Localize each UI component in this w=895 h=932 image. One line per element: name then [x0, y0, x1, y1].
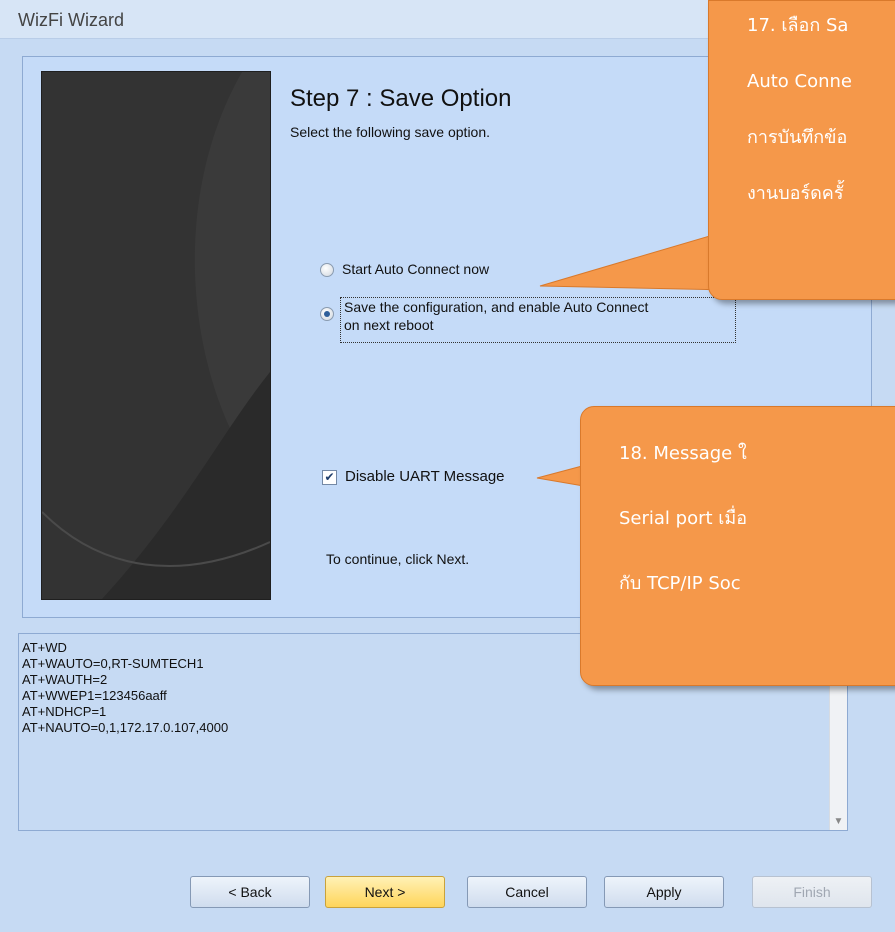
continue-hint: To continue, click Next. — [326, 551, 470, 567]
callout-17-line: การบันทึกข้อ — [747, 127, 848, 148]
log-line: AT+WAUTH=2 — [22, 672, 108, 687]
scroll-down-arrow-icon[interactable]: ▼ — [830, 813, 847, 830]
callout-18: 18. Message ใ Serial port เมื่อ กับ TCP/… — [580, 406, 895, 686]
apply-button[interactable]: Apply — [604, 876, 724, 908]
log-line: AT+WD — [22, 640, 67, 655]
callout-17-line: 17. เลือก Sa — [747, 15, 849, 36]
disable-uart-checkbox[interactable]: ✔ — [322, 470, 337, 485]
callout-17-line: งานบอร์ดครั้ — [747, 183, 844, 204]
log-line: AT+WWEP1=123456aaff — [22, 688, 167, 703]
callout-18-line: 18. Message ใ — [619, 443, 747, 464]
log-line: AT+NAUTO=0,1,172.17.0.107,4000 — [22, 720, 229, 735]
save-configuration-radio[interactable] — [320, 307, 334, 321]
step-subtitle: Select the following save option. — [290, 124, 491, 140]
save-configuration-label-line2[interactable]: on next reboot — [344, 317, 434, 333]
back-button[interactable]: < Back — [190, 876, 310, 908]
disable-uart-label[interactable]: Disable UART Message — [345, 468, 505, 485]
window-title: WizFi Wizard — [18, 10, 124, 30]
step-title: Step 7 : Save Option — [290, 85, 512, 112]
start-auto-connect-label[interactable]: Start Auto Connect now — [342, 261, 489, 277]
callout-17-tail — [539, 229, 731, 291]
start-auto-connect-radio[interactable] — [320, 263, 334, 277]
callout-17-line: Auto Conne — [747, 71, 852, 92]
log-line: AT+WAUTO=0,RT-SUMTECH1 — [22, 656, 204, 671]
callout-18-line: กับ TCP/IP Soc — [619, 573, 741, 594]
finish-button[interactable]: Finish — [752, 876, 872, 908]
next-button[interactable]: Next > — [325, 876, 445, 908]
callout-17: 17. เลือก Sa Auto Conne การบันทึกข้อ งาน… — [708, 0, 895, 300]
callout-18-line: Serial port เมื่อ — [619, 508, 748, 529]
cancel-button[interactable]: Cancel — [467, 876, 587, 908]
log-line: AT+NDHCP=1 — [22, 704, 107, 719]
wizard-side-image — [41, 71, 271, 600]
